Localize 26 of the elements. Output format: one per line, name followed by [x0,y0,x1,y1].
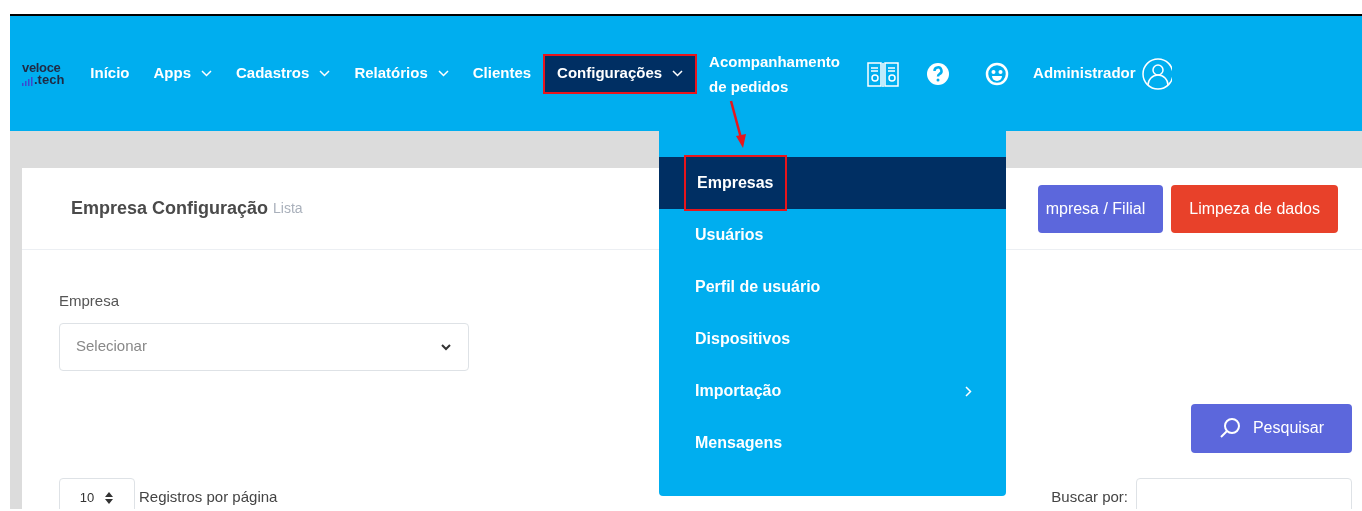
page-title: Empresa Configuração [71,197,269,220]
nav-item[interactable]: Relatórios [342,53,461,94]
search-button[interactable]: Pesquisar [1191,403,1352,453]
menu-item[interactable]: Dispositivos [659,313,1006,365]
search-label: Buscar por: [1051,487,1128,508]
page-size-select[interactable]: 10 [59,477,135,509]
field-label: Empresa [59,291,121,311]
menu-item[interactable]: Usuários [659,209,1006,261]
action-button[interactable]: Limpeza de dados [1171,184,1338,233]
nav-item[interactable]: Apps [141,53,224,94]
page-subtitle: Lista [273,199,303,218]
company-select[interactable]: Selecionar [59,322,469,371]
nav-item[interactable]: Configurações [543,53,698,94]
logo-text: veloce [22,61,62,74]
logo-text: .tech [34,73,65,86]
action-button[interactable]: mpresa / Filial [1037,184,1164,233]
menu-item[interactable]: Empresas [659,157,1006,209]
user-name[interactable]: Administrador [1033,62,1136,85]
nav-item[interactable]: Cadastros [224,53,343,94]
nav-item[interactable]: Clientes [460,53,544,94]
nav-item[interactable]: Início [78,53,142,94]
menu-item[interactable]: Perfil de usuário [659,261,1006,313]
nav-item[interactable]: Acompanhamento de pedidos [697,47,863,100]
menu-item[interactable]: Importação [659,365,1006,417]
menu-item[interactable]: Mensagens [659,417,1006,469]
page-size-label: Registros por página [139,487,278,508]
